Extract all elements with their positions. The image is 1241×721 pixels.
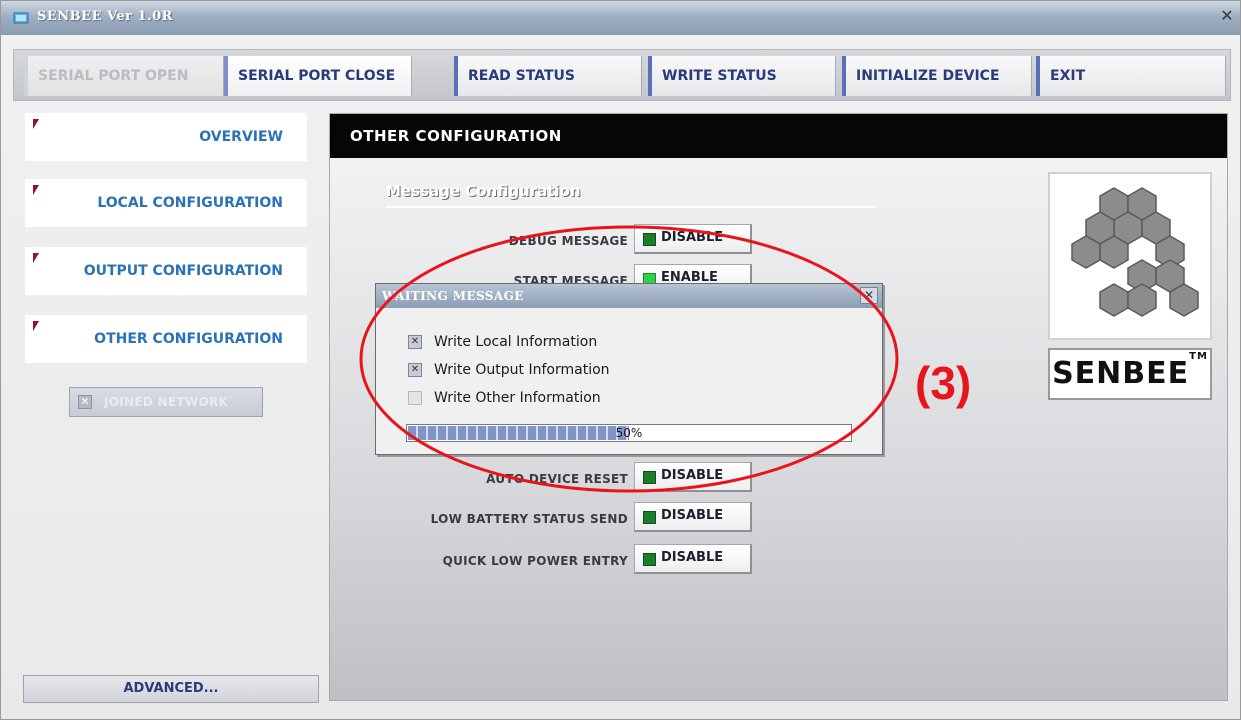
- checkbox-label: Write Other Information: [434, 390, 601, 406]
- exit-button[interactable]: EXIT: [1036, 56, 1226, 96]
- checkbox-label: Write Local Information: [434, 334, 598, 350]
- serial-port-open-button[interactable]: SERIAL PORT OPEN: [24, 56, 224, 96]
- write-output-information-checkbox[interactable]: ✕ Write Output Information: [408, 360, 610, 380]
- quick-low-power-entry-label: QUICK LOW POWER ENTRY: [442, 554, 628, 568]
- toolbar: SERIAL PORT OPEN SERIAL PORT CLOSE READ …: [13, 49, 1231, 101]
- checkbox-icon: ✕: [78, 395, 92, 409]
- write-other-information-checkbox[interactable]: Write Other Information: [408, 388, 601, 408]
- sidebar-item-output-configuration[interactable]: OUTPUT CONFIGURATION: [25, 247, 307, 295]
- window-close-button[interactable]: ✕: [1218, 7, 1236, 25]
- low-battery-status-send-toggle[interactable]: DISABLE: [634, 502, 752, 532]
- status-led-icon: [643, 233, 656, 246]
- flag-icon: [33, 321, 39, 331]
- joined-network-label: JOINED NETWORK: [104, 395, 229, 409]
- joined-network-checkbox[interactable]: ✕ JOINED NETWORK: [69, 387, 263, 417]
- dialog-title: WAITING MESSAGE: [376, 284, 882, 308]
- app-window: SENBEE Ver 1.0R ✕ SERIAL PORT OPEN SERIA…: [0, 0, 1241, 720]
- logo-image: [1048, 172, 1212, 340]
- title-bar: SENBEE Ver 1.0R ✕: [1, 1, 1240, 35]
- read-status-button[interactable]: READ STATUS: [454, 56, 642, 96]
- close-icon: ✕: [1220, 6, 1234, 25]
- status-led-icon: [643, 471, 656, 484]
- hexagon-logo-icon: [1071, 187, 1199, 317]
- serial-port-close-button[interactable]: SERIAL PORT CLOSE: [224, 56, 412, 96]
- window-title: SENBEE Ver 1.0R: [37, 9, 173, 24]
- progress-text: 50%: [615, 426, 643, 440]
- sidebar-item-label: LOCAL CONFIGURATION: [97, 195, 283, 211]
- write-status-button[interactable]: WRITE STATUS: [648, 56, 836, 96]
- status-led-icon: [643, 553, 656, 566]
- low-battery-status-send-label: LOW BATTERY STATUS SEND: [430, 512, 628, 526]
- checkbox-checked-icon: ✕: [408, 363, 422, 377]
- checkbox-label: Write Output Information: [434, 362, 610, 378]
- toggle-value: DISABLE: [661, 508, 724, 523]
- app-icon: [13, 12, 29, 24]
- sidebar-item-overview[interactable]: OVERVIEW: [25, 113, 307, 161]
- progress-bar: 50%: [406, 424, 852, 442]
- debug-message-label: DEBUG MESSAGE: [508, 234, 628, 248]
- quick-low-power-entry-toggle[interactable]: DISABLE: [634, 544, 752, 574]
- sidebar-item-label: OTHER CONFIGURATION: [94, 331, 283, 347]
- advanced-button[interactable]: ADVANCED...: [23, 675, 319, 703]
- auto-device-reset-toggle[interactable]: DISABLE: [634, 462, 752, 492]
- annotation-step-label: (3): [915, 357, 972, 409]
- flag-icon: [33, 119, 39, 129]
- debug-message-toggle[interactable]: DISABLE: [634, 224, 752, 254]
- initialize-device-button[interactable]: INITIALIZE DEVICE: [842, 56, 1032, 96]
- sidebar-item-label: OVERVIEW: [199, 129, 283, 145]
- sidebar-item-other-configuration[interactable]: OTHER CONFIGURATION: [25, 315, 307, 363]
- sidebar-item-label: OUTPUT CONFIGURATION: [83, 263, 283, 279]
- checkbox-checked-icon: ✕: [408, 335, 422, 349]
- page-title: OTHER CONFIGURATION: [330, 114, 1227, 158]
- waiting-message-dialog: WAITING MESSAGE ✕ ✕ Write Local Informat…: [375, 283, 883, 455]
- auto-device-reset-label: AUTO DEVICE RESET: [486, 472, 628, 486]
- brand-logo: SENBEETM: [1048, 348, 1212, 400]
- close-icon: ✕: [863, 288, 875, 302]
- flag-icon: [33, 253, 39, 263]
- flag-icon: [33, 185, 39, 195]
- sidebar-item-local-configuration[interactable]: LOCAL CONFIGURATION: [25, 179, 307, 227]
- dialog-close-button[interactable]: ✕: [860, 287, 878, 304]
- section-title: Message Configuration: [386, 182, 876, 208]
- write-local-information-checkbox[interactable]: ✕ Write Local Information: [408, 332, 597, 352]
- status-led-icon: [643, 511, 656, 524]
- checkbox-unchecked-icon: [408, 391, 422, 405]
- toggle-value: DISABLE: [661, 230, 724, 245]
- toggle-value: DISABLE: [661, 468, 724, 483]
- trademark: TM: [1189, 351, 1208, 362]
- brand-name: SENBEE: [1052, 356, 1190, 391]
- toggle-value: DISABLE: [661, 550, 724, 565]
